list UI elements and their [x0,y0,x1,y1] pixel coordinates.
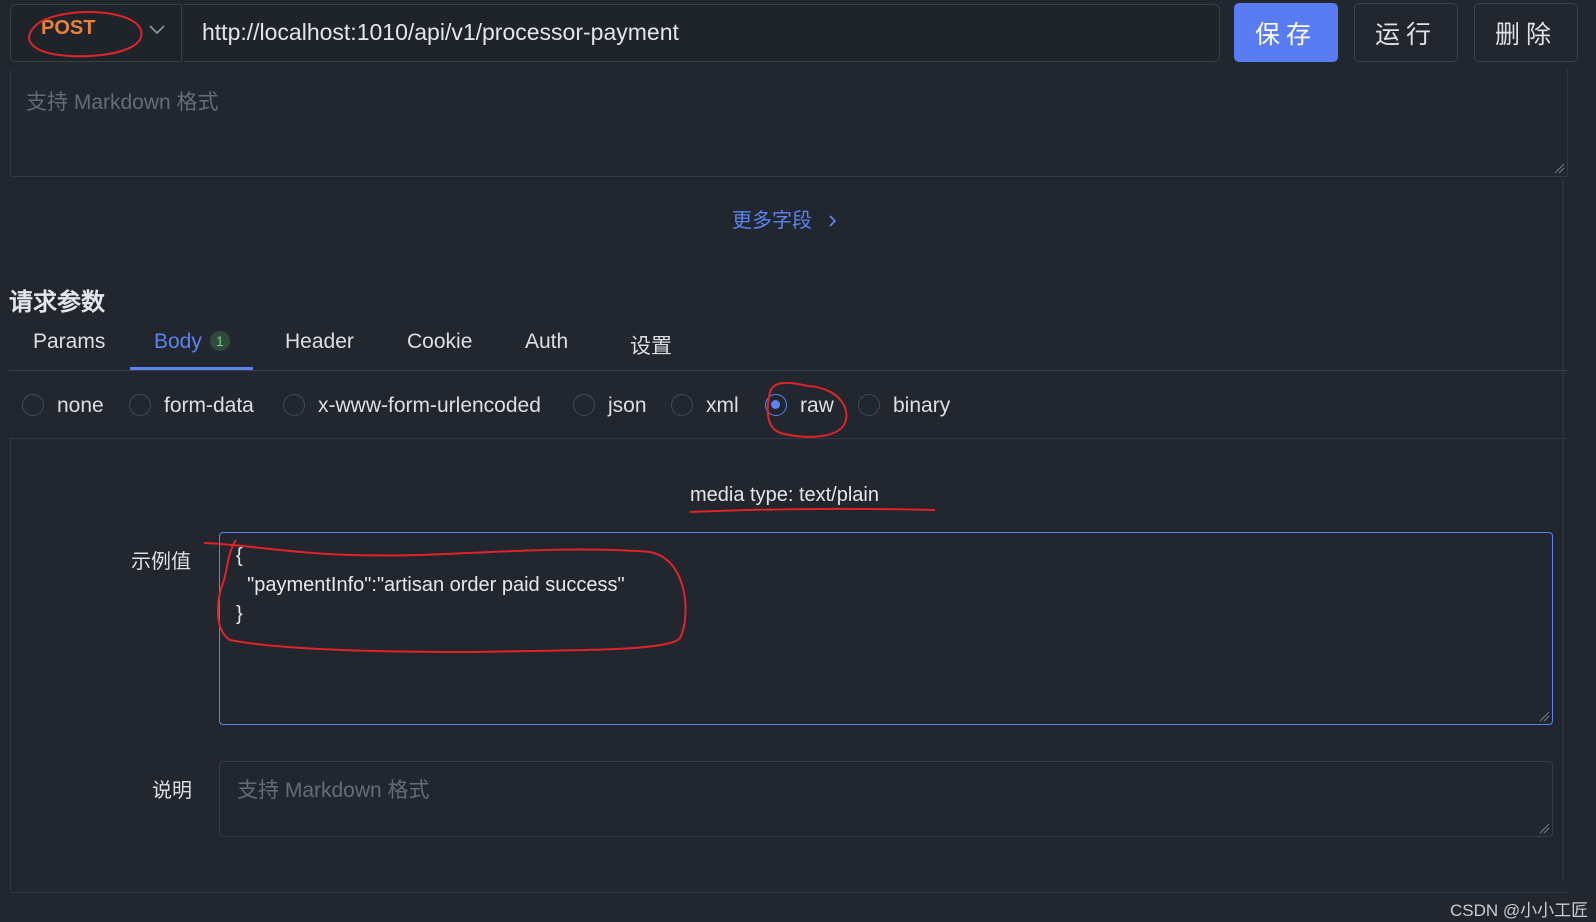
example-line-1[interactable]: { [236,545,243,568]
tab-auth[interactable]: Auth [525,330,568,354]
tab-header[interactable]: Header [285,330,354,354]
radio-none[interactable] [22,394,44,416]
url-input[interactable]: http://localhost:1010/api/v1/processor-p… [202,19,679,46]
watermark: CSDN @小小工匠 [1450,901,1589,920]
tab-cookie[interactable]: Cookie [407,330,472,354]
save-button[interactable]: 保存 [1234,3,1338,62]
tab-settings[interactable]: 设置 [630,330,672,360]
run-button[interactable]: 运行 [1354,3,1458,62]
tab-body-label[interactable]: Body [154,330,202,353]
tab-body-count-badge: 1 [209,331,230,351]
resize-grip-icon[interactable] [1553,162,1565,174]
note-label: 说明 [152,780,192,802]
description-placeholder: 支持 Markdown 格式 [26,91,219,114]
radio-x-www-form-urlencoded-label[interactable]: x-www-form-urlencoded [318,394,541,418]
example-value-label: 示例值 [131,551,191,573]
tab-body[interactable]: Body 1 [154,330,230,354]
tabs-divider [9,370,1568,371]
resize-grip-icon[interactable] [1538,710,1550,722]
more-fields-link[interactable]: 更多字段 [732,204,840,233]
radio-json-label[interactable]: json [608,394,647,418]
radio-raw-label[interactable]: raw [800,394,834,418]
delete-button[interactable]: 删除 [1474,3,1578,62]
note-placeholder: 支持 Markdown 格式 [237,779,430,802]
example-line-3[interactable]: } [236,603,243,626]
media-type-label: media type: text/plain [690,484,879,506]
radio-form-data[interactable] [129,394,151,416]
description-textarea[interactable] [10,70,1568,177]
radio-binary-label[interactable]: binary [893,394,950,418]
params-section-title: 请求参数 [9,289,105,316]
radio-form-data-label[interactable]: form-data [164,394,254,418]
more-fields-label[interactable]: 更多字段 [732,210,812,232]
chevron-down-icon[interactable] [146,18,168,40]
radio-none-label[interactable]: none [57,394,104,418]
radio-xml-label[interactable]: xml [706,394,739,418]
radio-raw[interactable] [765,394,787,416]
example-line-2[interactable]: "paymentInfo":"artisan order paid succes… [236,574,624,597]
radio-binary[interactable] [858,394,880,416]
chevron-right-icon [828,215,836,227]
radio-xml[interactable] [671,394,693,416]
radio-x-www-form-urlencoded[interactable] [283,394,305,416]
example-value-editor[interactable] [219,532,1553,725]
method-label[interactable]: POST [41,17,95,40]
scrollbar-track[interactable] [1562,180,1564,880]
resize-grip-icon[interactable] [1538,822,1550,834]
radio-json[interactable] [573,394,595,416]
tab-params[interactable]: Params [33,330,105,354]
